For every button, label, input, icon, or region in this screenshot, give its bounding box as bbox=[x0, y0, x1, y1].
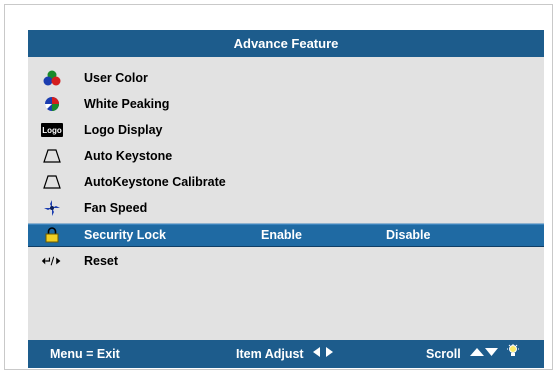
window-title: Advance Feature bbox=[233, 36, 339, 51]
scroll-label: Scroll bbox=[426, 347, 461, 361]
keystone-icon bbox=[41, 147, 63, 165]
menu-item-label: AutoKeystone Calibrate bbox=[84, 175, 226, 189]
left-right-arrows-icon bbox=[312, 340, 334, 368]
disable-option[interactable]: Disable bbox=[386, 228, 430, 242]
footer-item-adjust: Item Adjust bbox=[236, 340, 334, 368]
menu-item-autokeystone-calibrate[interactable]: AutoKeystone Calibrate bbox=[28, 170, 544, 194]
menu-exit-label: Menu = Exit bbox=[50, 347, 120, 361]
osd-frame: Advance Feature User Color White Peaking… bbox=[4, 4, 553, 370]
white-peaking-icon bbox=[41, 95, 63, 113]
menu-item-user-color[interactable]: User Color bbox=[28, 66, 544, 90]
lock-icon bbox=[41, 226, 63, 244]
title-bar: Advance Feature bbox=[28, 30, 544, 57]
user-color-icon bbox=[41, 69, 63, 87]
menu-item-label: Security Lock bbox=[84, 228, 166, 242]
menu-item-reset[interactable]: Reset bbox=[28, 249, 544, 273]
fan-icon bbox=[41, 199, 63, 217]
menu-item-label: User Color bbox=[84, 71, 148, 85]
menu-item-label: White Peaking bbox=[84, 97, 170, 111]
menu-item-label: Fan Speed bbox=[84, 201, 148, 215]
menu-item-label: Logo Display bbox=[84, 123, 163, 137]
menu-item-security-lock[interactable]: Security Lock Enable Disable bbox=[28, 223, 544, 247]
item-adjust-label: Item Adjust bbox=[236, 347, 304, 361]
menu-item-auto-keystone[interactable]: Auto Keystone bbox=[28, 144, 544, 168]
footer-bar: Menu = Exit Item Adjust Scroll bbox=[28, 340, 544, 368]
menu-item-label: Reset bbox=[84, 254, 119, 268]
keystone-calibrate-icon bbox=[41, 173, 63, 191]
reset-icon bbox=[41, 252, 63, 270]
menu-item-white-peaking[interactable]: White Peaking bbox=[28, 92, 544, 116]
enable-option[interactable]: Enable bbox=[261, 228, 302, 242]
advance-feature-panel: Advance Feature User Color White Peaking… bbox=[28, 30, 544, 368]
footer-menu-exit: Menu = Exit bbox=[50, 340, 120, 368]
footer-scroll: Scroll bbox=[426, 340, 519, 368]
menu-item-label: Auto Keystone bbox=[84, 149, 173, 163]
up-down-arrows-icon bbox=[469, 340, 499, 368]
menu-item-fan-speed[interactable]: Fan Speed bbox=[28, 196, 544, 220]
logo-display-icon: Logo bbox=[41, 121, 63, 139]
logo-badge: Logo bbox=[41, 123, 63, 137]
lamp-icon bbox=[506, 340, 519, 368]
menu-item-logo-display[interactable]: Logo Logo Display bbox=[28, 118, 544, 142]
